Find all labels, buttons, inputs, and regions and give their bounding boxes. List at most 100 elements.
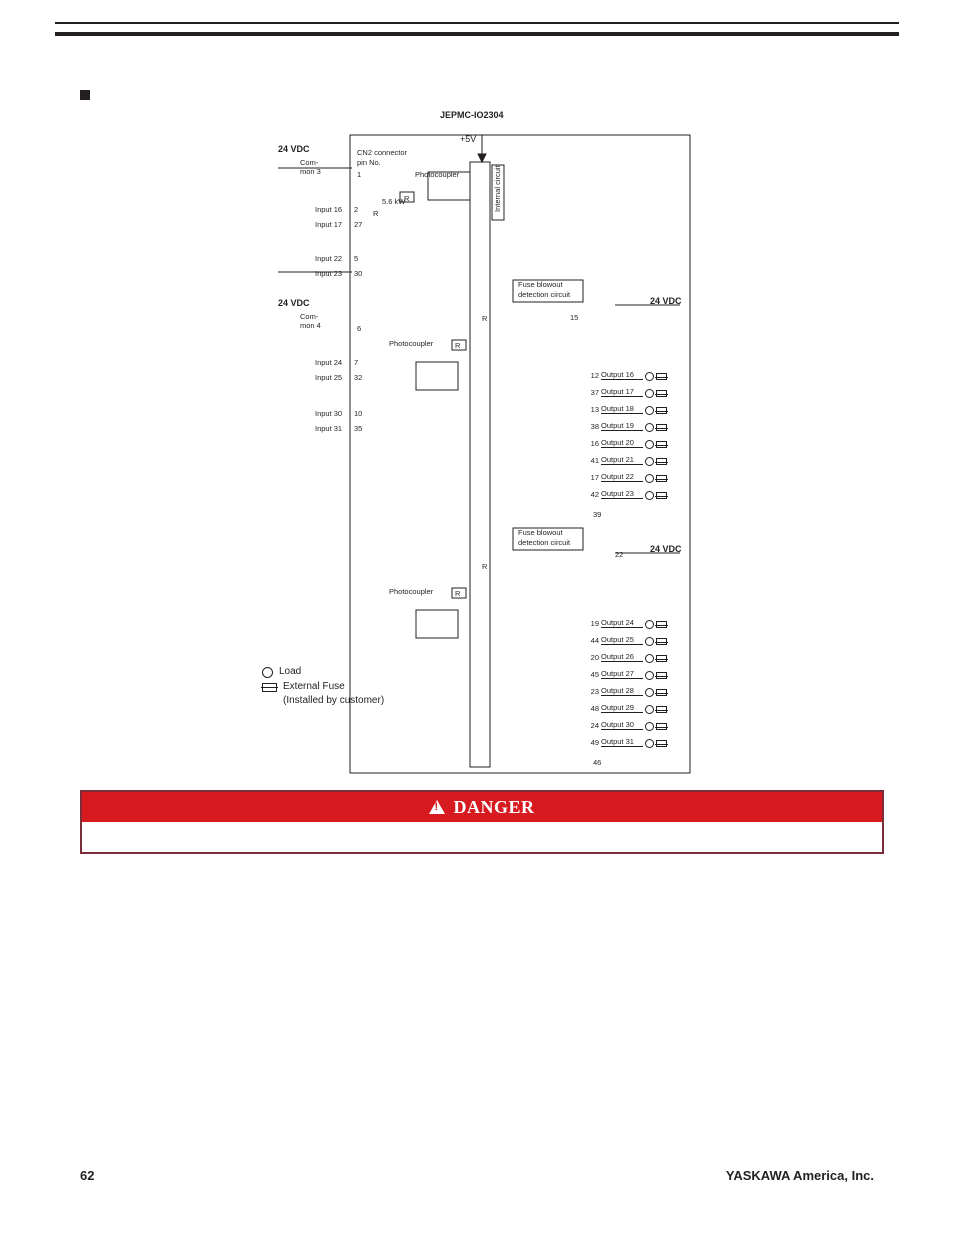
load-icon <box>645 372 654 381</box>
warning-triangle-icon <box>429 800 445 814</box>
pin1: 1 <box>357 170 361 179</box>
output-pin: 48 <box>585 704 599 713</box>
p10: 10 <box>354 409 362 418</box>
in30: Input 30 <box>315 409 342 418</box>
output-row: 41Output 21 <box>585 453 667 467</box>
output-label: Output 28 <box>601 686 643 696</box>
fuse-icon <box>656 407 667 414</box>
load-icon <box>645 654 654 663</box>
output-label: Output 25 <box>601 635 643 645</box>
output-pin: 20 <box>585 653 599 662</box>
pin6: 6 <box>357 324 361 333</box>
load-icon <box>645 637 654 646</box>
plus5v-label: +5V <box>460 134 476 144</box>
fuse1a: Fuse blowout <box>518 280 563 289</box>
fuse-icon <box>656 740 667 747</box>
fuse-icon <box>656 672 667 679</box>
in22: Input 22 <box>315 254 342 263</box>
fuse-icon <box>656 723 667 730</box>
r-mid2: R <box>482 314 487 323</box>
output-pin: 45 <box>585 670 599 679</box>
output-label: Output 18 <box>601 404 643 414</box>
in16: Input 16 <box>315 205 342 214</box>
output-row: 48Output 29 <box>585 701 667 715</box>
p35: 35 <box>354 424 362 433</box>
load-icon <box>645 457 654 466</box>
load-icon <box>262 667 273 678</box>
output-pin: 17 <box>585 473 599 482</box>
vdc24-top: 24 VDC <box>278 144 310 154</box>
load-icon <box>645 739 654 748</box>
common3a: Com- <box>300 158 318 167</box>
module-title: JEPMC-IO2304 <box>440 110 504 120</box>
fuse2a: Fuse blowout <box>518 528 563 537</box>
output-pin: 16 <box>585 439 599 448</box>
output-label: Output 22 <box>601 472 643 482</box>
output-label: Output 20 <box>601 438 643 448</box>
fuse-icon <box>656 621 667 628</box>
load-icon <box>645 406 654 415</box>
p7: 7 <box>354 358 358 367</box>
output-row: 45Output 27 <box>585 667 667 681</box>
pin22: 22 <box>615 550 623 559</box>
load-icon <box>645 389 654 398</box>
output-pin: 44 <box>585 636 599 645</box>
output-row: 42Output 23 <box>585 487 667 501</box>
output-label: Output 29 <box>601 703 643 713</box>
load-icon <box>645 423 654 432</box>
pin46: 46 <box>593 758 601 767</box>
common4b: mon 4 <box>300 321 321 330</box>
output-row: 12Output 16 <box>585 368 667 382</box>
output-label: Output 26 <box>601 652 643 662</box>
fuse-icon <box>262 683 277 692</box>
photocoupler-bot: Photocoupler <box>389 587 433 596</box>
load-icon <box>645 705 654 714</box>
in17: Input 17 <box>315 220 342 229</box>
r-top: R <box>404 194 409 203</box>
load-icon <box>645 491 654 500</box>
photocoupler-mid: Photocoupler <box>389 339 433 348</box>
fuse-icon <box>656 475 667 482</box>
output-row: 38Output 19 <box>585 419 667 433</box>
fuse-icon <box>656 492 667 499</box>
in24: Input 24 <box>315 358 342 367</box>
output-label: Output 31 <box>601 737 643 747</box>
output-pin: 24 <box>585 721 599 730</box>
fuse-icon <box>656 706 667 713</box>
fuse-icon <box>656 458 667 465</box>
page-top-rule <box>55 32 899 36</box>
output-pin: 19 <box>585 619 599 628</box>
output-row: 16Output 20 <box>585 436 667 450</box>
fuse-icon <box>656 638 667 645</box>
fuse-icon <box>656 424 667 431</box>
in31: Input 31 <box>315 424 342 433</box>
output-pin: 42 <box>585 490 599 499</box>
output-pin: 38 <box>585 422 599 431</box>
output-row: 23Output 28 <box>585 684 667 698</box>
p32: 32 <box>354 373 362 382</box>
fuse2b: detection circuit <box>518 538 570 547</box>
internal-circuit: Internal circuit <box>493 165 502 212</box>
legend-fuse1: External Fuse <box>283 680 345 695</box>
in23: Input 23 <box>315 269 342 278</box>
output-row: 44Output 25 <box>585 633 667 647</box>
load-icon <box>645 688 654 697</box>
vdc24-right2: 24 VDC <box>650 544 682 554</box>
output-pin: 41 <box>585 456 599 465</box>
legend-load: Load <box>279 665 301 680</box>
output-label: Output 17 <box>601 387 643 397</box>
output-label: Output 21 <box>601 455 643 465</box>
in25: Input 25 <box>315 373 342 382</box>
danger-title: DANGER <box>453 797 534 818</box>
fuse-icon <box>656 441 667 448</box>
output-label: Output 16 <box>601 370 643 380</box>
legend: Load External Fuse (Installed by custome… <box>262 665 384 709</box>
load-icon <box>645 620 654 629</box>
r-bot: R <box>455 589 460 598</box>
fuse-icon <box>656 689 667 696</box>
output-pin: 12 <box>585 371 599 380</box>
vdc24-mid: 24 VDC <box>278 298 310 308</box>
vdc24-right1: 24 VDC <box>650 296 682 306</box>
output-row: 19Output 24 <box>585 616 667 630</box>
output-row: 13Output 18 <box>585 402 667 416</box>
